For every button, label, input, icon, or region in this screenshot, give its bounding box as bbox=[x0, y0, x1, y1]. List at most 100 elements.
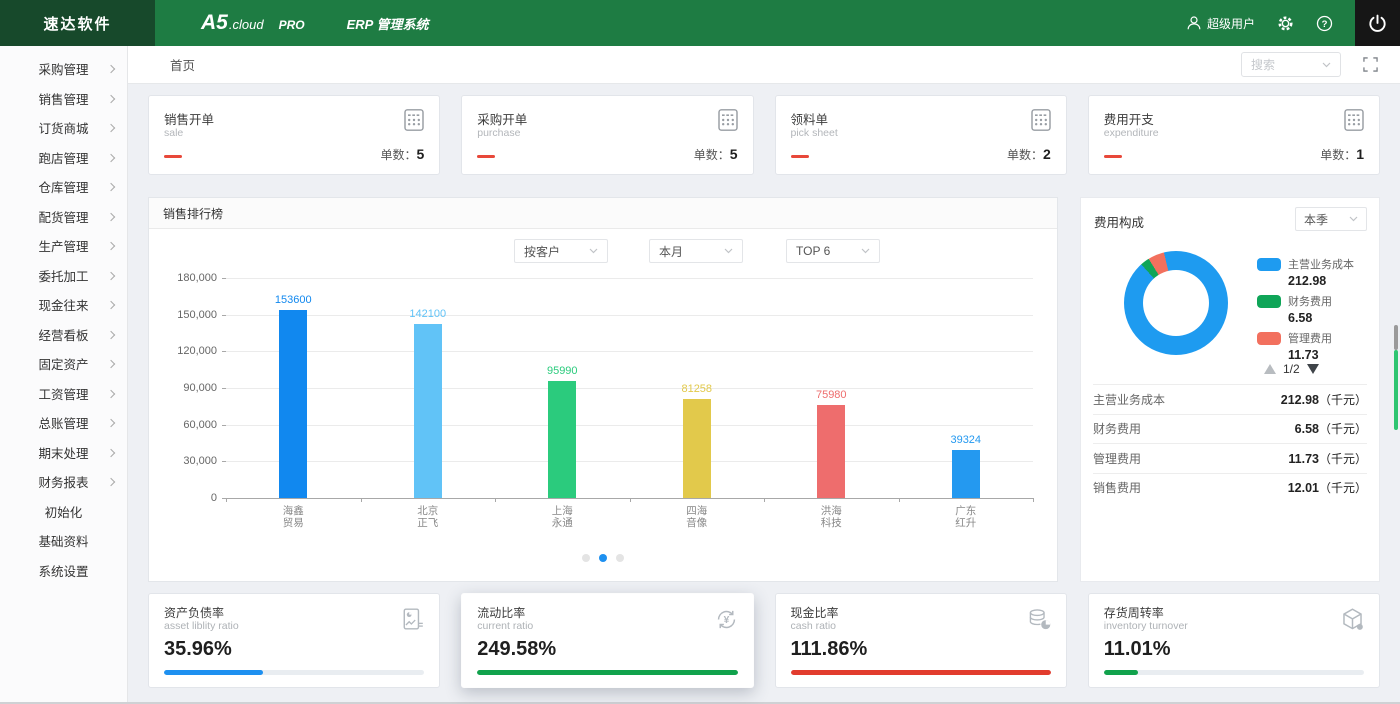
sidebar-item-固定资产[interactable]: 固定资产 bbox=[0, 349, 127, 379]
card-subtitle: cash ratio bbox=[791, 620, 837, 632]
y-tick bbox=[222, 425, 226, 426]
bar-value-label: 39324 bbox=[926, 434, 1006, 446]
sidebar-item-财务报表[interactable]: 财务报表 bbox=[0, 467, 127, 497]
legend-label: 财务费用 bbox=[1288, 293, 1332, 309]
sidebar-item-期末处理[interactable]: 期末处理 bbox=[0, 438, 127, 468]
card-subtitle: sale bbox=[164, 127, 183, 139]
chevron-right-icon bbox=[107, 301, 115, 309]
card-inventory-turnover[interactable]: 存货周转率 inventory turnover 11.01% bbox=[1088, 593, 1380, 688]
trend-dash bbox=[164, 155, 182, 158]
y-axis-label: 0 bbox=[165, 492, 217, 504]
card-cash-ratio[interactable]: 现金比率 cash ratio 111.86% bbox=[775, 593, 1067, 688]
expense-donut-chart bbox=[1124, 251, 1228, 355]
sidebar-item-销售管理[interactable]: 销售管理 bbox=[0, 84, 127, 114]
product-name: A5 bbox=[201, 11, 228, 35]
bar-海鑫贸易 bbox=[279, 310, 307, 498]
sidebar-item-配货管理[interactable]: 配货管理 bbox=[0, 202, 127, 232]
card-subtitle: expenditure bbox=[1104, 127, 1159, 139]
sidebar-item-采购管理[interactable]: 采购管理 bbox=[0, 54, 127, 84]
fullscreen-button[interactable] bbox=[1363, 57, 1378, 72]
settings-button[interactable] bbox=[1277, 15, 1294, 32]
card-title: 采购开单 bbox=[477, 109, 527, 128]
sidebar-item-跑店管理[interactable]: 跑店管理 bbox=[0, 143, 127, 173]
gridline bbox=[226, 315, 1033, 316]
sidebar-item-经营看板[interactable]: 经营看板 bbox=[0, 320, 127, 350]
gridline bbox=[226, 351, 1033, 352]
x-axis-label: 洪海科技 bbox=[791, 505, 871, 529]
card-title: 销售开单 bbox=[164, 109, 214, 128]
pager-down-icon[interactable] bbox=[1307, 364, 1319, 374]
y-axis-label: 30,000 bbox=[165, 455, 217, 467]
brand-logo: 速达软件 bbox=[0, 0, 155, 46]
expense-composition-panel: 费用构成 本季 主营业务成本212.98财务费用6.58管理费用11.73 1/… bbox=[1080, 197, 1380, 582]
sidebar-item-生产管理[interactable]: 生产管理 bbox=[0, 231, 127, 261]
bar-value-label: 95990 bbox=[522, 365, 602, 377]
card-purchase-order[interactable]: 采购开单 purchase 单数：5 bbox=[461, 95, 753, 175]
chevron-right-icon bbox=[107, 448, 115, 456]
sidebar-item-仓库管理[interactable]: 仓库管理 bbox=[0, 172, 127, 202]
x-axis-label: 四海音像 bbox=[657, 505, 737, 529]
x-tick bbox=[1033, 498, 1034, 502]
sidebar-item-基础资料[interactable]: 基础资料 bbox=[0, 526, 127, 556]
product-badge: PRO bbox=[279, 18, 305, 32]
legend-value: 212.98 bbox=[1288, 274, 1354, 288]
help-button[interactable]: ? bbox=[1316, 15, 1333, 32]
sidebar-item-工资管理[interactable]: 工资管理 bbox=[0, 379, 127, 409]
chevron-right-icon bbox=[107, 389, 115, 397]
card-asset-liability-ratio[interactable]: 资产负债率 asset liblity ratio 35.96% bbox=[148, 593, 440, 688]
carousel-dot-1[interactable] bbox=[582, 554, 590, 562]
chevron-right-icon bbox=[107, 360, 115, 368]
legend-row: 主营业务成本 bbox=[1257, 256, 1354, 272]
expense-row-label: 财务费用 bbox=[1093, 420, 1141, 437]
progress-fill bbox=[477, 670, 737, 675]
user-menu[interactable]: 超级用户 bbox=[1186, 15, 1255, 32]
tab-home[interactable]: 首页 bbox=[170, 55, 195, 74]
chevron-right-icon bbox=[107, 94, 115, 102]
y-tick bbox=[222, 278, 226, 279]
period-select[interactable]: 本季 bbox=[1295, 207, 1367, 231]
legend-swatch bbox=[1257, 295, 1281, 308]
legend-value: 6.58 bbox=[1288, 311, 1332, 325]
sidebar-item-委托加工[interactable]: 委托加工 bbox=[0, 261, 127, 291]
sidebar-item-订货商城[interactable]: 订货商城 bbox=[0, 113, 127, 143]
search-input[interactable]: 搜索 bbox=[1241, 52, 1341, 77]
card-expenditure[interactable]: 费用开支 expenditure 单数：1 bbox=[1088, 95, 1380, 175]
expense-row-value: 6.58（千元） bbox=[1295, 420, 1367, 437]
scrollbar-thumb-green[interactable] bbox=[1394, 350, 1398, 430]
legend-label: 管理费用 bbox=[1288, 330, 1332, 346]
bar-洪海科技 bbox=[817, 405, 845, 498]
card-sales-order[interactable]: 销售开单 sale 单数：5 bbox=[148, 95, 440, 175]
carousel-dot-2[interactable] bbox=[599, 554, 607, 562]
sidebar-item-系统设置[interactable]: 系统设置 bbox=[0, 556, 127, 586]
bar-value-label: 142100 bbox=[388, 308, 468, 320]
bar-北京正飞 bbox=[414, 324, 442, 498]
y-axis-label: 150,000 bbox=[165, 309, 217, 321]
card-current-ratio[interactable]: 流动比率 current ratio ¥ 249.58% bbox=[461, 593, 753, 688]
sidebar-item-label: 配货管理 bbox=[38, 207, 88, 226]
chevron-down-icon bbox=[1349, 216, 1358, 222]
legend-item-主营业务成本: 主营业务成本 212.98 bbox=[1257, 256, 1354, 288]
bar-value-label: 153600 bbox=[253, 294, 333, 306]
ratio-value: 35.96% bbox=[164, 638, 232, 661]
sidebar-item-总账管理[interactable]: 总账管理 bbox=[0, 408, 127, 438]
progress-track bbox=[1104, 670, 1364, 675]
logout-button[interactable] bbox=[1355, 0, 1400, 46]
sidebar-item-初始化[interactable]: 初始化 bbox=[0, 497, 127, 527]
chevron-down-icon bbox=[1322, 62, 1331, 68]
card-pick-sheet[interactable]: 领料单 pick sheet 单数：2 bbox=[775, 95, 1067, 175]
x-axis-label: 上海永通 bbox=[522, 505, 602, 529]
x-axis-label: 海鑫贸易 bbox=[253, 505, 333, 529]
ratio-value: 249.58% bbox=[477, 638, 556, 661]
sidebar-item-label: 订货商城 bbox=[38, 118, 88, 137]
power-icon bbox=[1368, 14, 1387, 33]
progress-track bbox=[791, 670, 1051, 675]
scrollbar-thumb[interactable] bbox=[1394, 325, 1398, 350]
expense-row-管理费用: 管理费用11.73（千元） bbox=[1093, 443, 1367, 473]
pager-up-icon[interactable] bbox=[1264, 364, 1276, 374]
sidebar-item-现金往来[interactable]: 现金往来 bbox=[0, 290, 127, 320]
gridline bbox=[226, 388, 1033, 389]
sidebar-item-label: 采购管理 bbox=[38, 59, 88, 78]
chevron-right-icon bbox=[107, 419, 115, 427]
carousel-dot-3[interactable] bbox=[616, 554, 624, 562]
card-title: 流动比率 bbox=[477, 604, 525, 621]
